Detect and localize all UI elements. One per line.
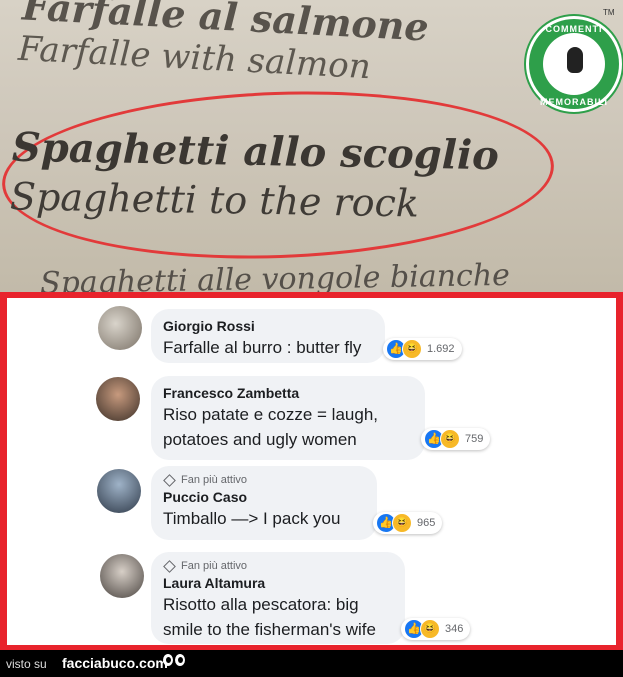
comment-text-line-2: smile to the fisherman's wife [163,620,376,639]
haha-icon: 😆 [420,619,440,639]
menu-photo: Farfalle al salmone Farfalle with salmon… [0,0,623,292]
comment-author[interactable]: Puccio Caso [163,488,365,506]
eye-left [163,654,173,666]
reaction-count: 1.692 [427,343,455,355]
comment-bubble: Fan più attivo Laura Altamura Risotto al… [151,552,405,644]
avatar[interactable] [97,469,141,513]
menu-line-4: Spaghetti to the rock [9,174,420,226]
top-fan-label: Fan più attivo [163,559,393,573]
comment-text: Farfalle al burro : butter fly [163,338,362,357]
reaction-summary[interactable]: 👍 😆 346 [401,618,471,640]
reaction-count: 965 [417,517,436,529]
diamond-icon [163,559,176,573]
commenti-memorabili-logo: COMMENTI MEMORABILI [526,16,622,112]
comment-bubble: Fan più attivo Puccio Caso Timballo —> I… [151,466,377,540]
comment-author[interactable]: Francesco Zambetta [163,384,413,402]
badge-bottom-text: MEMORABILI [540,97,608,107]
comments-frame: Giorgio Rossi Farfalle al burro : butter… [0,292,623,650]
comment-text-line-2: potatoes and ugly women [163,430,357,449]
diamond-icon [163,473,176,487]
menu-line-5: Spaghetti alle vongole bianche [39,257,511,292]
top-fan-label: Fan più attivo [163,473,365,487]
avatar[interactable] [98,306,142,350]
comment-text-line-1: Risotto alla pescatora: big [163,595,359,614]
comment-text-line-1: Riso patate e cozze = laugh, [163,405,378,424]
reaction-summary[interactable]: 👍 😆 965 [373,512,443,534]
top-fan-text: Fan più attivo [181,474,248,486]
badge-inner-circle [543,33,605,95]
avatar[interactable] [100,554,144,598]
haha-icon: 😆 [402,339,422,359]
comment-bubble: Giorgio Rossi Farfalle al burro : butter… [151,309,385,363]
comment-author[interactable]: Giorgio Rossi [163,317,373,335]
comment-author[interactable]: Laura Altamura [163,574,393,592]
reaction-count: 759 [465,433,484,445]
visto-su-label: visto su [6,657,47,671]
trademark: TM [603,8,615,17]
reaction-count: 346 [445,623,464,635]
reaction-summary[interactable]: 👍 😆 759 [421,428,491,450]
footer-bar: visto su facciabuco.com [0,650,623,677]
comment-text: Timballo —> I pack you [163,509,341,528]
haha-icon: 😆 [392,513,412,533]
menu-line-3: Spaghetti allo scoglio [11,123,500,180]
bearded-face-icon [567,47,583,73]
top-fan-text: Fan più attivo [181,560,248,572]
facciabuco-link[interactable]: facciabuco.com [62,655,168,671]
avatar[interactable] [96,377,140,421]
reaction-summary[interactable]: 👍 😆 1.692 [383,338,462,360]
haha-icon: 😆 [440,429,460,449]
eyes-icon [163,654,185,666]
comments-panel: Giorgio Rossi Farfalle al burro : butter… [7,298,616,645]
comment-bubble: Francesco Zambetta Riso patate e cozze =… [151,376,425,460]
eye-right [175,654,185,666]
